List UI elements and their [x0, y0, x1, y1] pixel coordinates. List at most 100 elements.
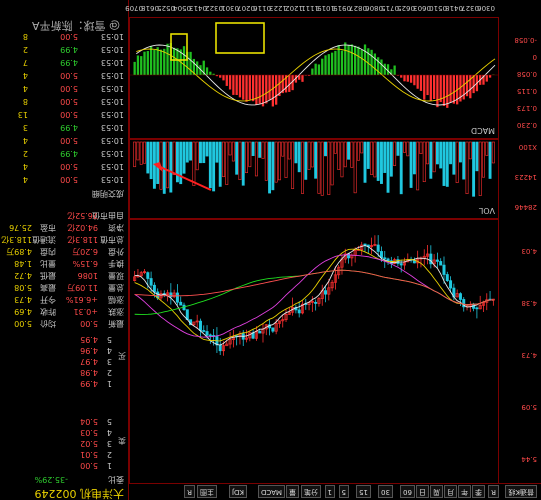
volume-bar — [307, 141, 311, 170]
date-axis-tick: 0322 — [205, 4, 223, 12]
volume-bar — [143, 141, 146, 164]
macd-bar — [426, 75, 429, 96]
volume-bar — [146, 141, 150, 174]
candle-body — [149, 278, 153, 286]
macd-bar — [261, 75, 265, 107]
volume-bar — [185, 141, 189, 163]
volume-bar — [363, 141, 367, 183]
macd-bar — [416, 75, 419, 89]
candle-body — [179, 301, 183, 306]
candle-body — [175, 292, 179, 303]
macd-bar — [373, 53, 377, 75]
volume-bar — [380, 141, 383, 184]
volume-bar — [409, 141, 413, 188]
kline-chart — [129, 22, 499, 356]
candle-body — [324, 290, 328, 295]
volume-bar — [465, 141, 469, 194]
volume-bar — [264, 141, 268, 181]
volume-bar — [376, 141, 380, 181]
macd-bar — [245, 75, 248, 102]
macd-bar — [166, 43, 169, 75]
macd-bar — [439, 75, 442, 103]
macd-bar — [413, 75, 416, 86]
macd-bar — [275, 75, 278, 105]
macd-bar — [153, 49, 156, 75]
macd-bar — [452, 75, 456, 104]
volume-bar — [360, 141, 364, 154]
volume-bar — [301, 141, 304, 194]
macd-bar — [324, 55, 327, 75]
volume-bar — [347, 141, 350, 160]
macd-bar — [350, 44, 353, 75]
volume-axis-tick: 14223 — [514, 173, 537, 181]
volume-bar — [455, 141, 459, 183]
volume-bar — [294, 141, 298, 164]
candle-body — [202, 330, 206, 332]
date-axis-tick: 1223 — [269, 4, 287, 12]
volume-bar — [356, 141, 360, 161]
volume-bar — [419, 141, 423, 154]
candle-body — [152, 284, 156, 293]
candle-body — [376, 244, 380, 252]
macd-bar — [360, 49, 363, 75]
date-axis-tick: 0413 — [189, 4, 207, 12]
macd-bar — [248, 75, 251, 100]
date-axis-tick: 0525 — [157, 4, 175, 12]
macd-bar — [327, 54, 330, 75]
macd-axis-tick: 0.058 — [516, 70, 537, 78]
volume-bar — [189, 141, 193, 161]
candle-body — [449, 280, 453, 289]
volume-bar — [271, 141, 275, 191]
volume-bar — [314, 141, 318, 179]
macd-bar — [367, 48, 370, 75]
candle-body — [475, 307, 479, 310]
macd-axis-tick: 0.230 — [516, 121, 537, 129]
price-axis-tick: 5.44 — [521, 455, 537, 463]
date-axis-tick: 0418 — [445, 4, 463, 12]
macd-bar — [400, 75, 403, 78]
macd-bar — [136, 55, 140, 75]
volume-bar — [353, 141, 357, 194]
volume-bar — [202, 141, 206, 164]
volume-bar — [284, 141, 288, 178]
date-axis-tick: 0715 — [381, 4, 399, 12]
macd-bar — [189, 51, 192, 75]
date-axis-tick: 1202 — [285, 4, 303, 12]
macd-bar — [156, 47, 159, 75]
macd-bar — [133, 61, 136, 75]
volume-bar — [268, 141, 272, 194]
macd-bar — [255, 75, 258, 105]
price-axis-tick: 4.03 — [521, 247, 537, 255]
volume-bar — [462, 141, 466, 180]
candle-body — [439, 261, 443, 266]
volume-bar — [241, 141, 245, 186]
date-axis-tick: 1111 — [301, 4, 319, 12]
volume-bar — [324, 141, 327, 157]
macd-bar — [268, 75, 271, 100]
date-axis-tick: 0603 — [413, 4, 431, 12]
volume-bar — [199, 141, 202, 164]
date-axis-tick: 0618 — [141, 4, 159, 12]
macd-bar — [238, 75, 242, 98]
moving-average-line — [134, 269, 494, 315]
volume-bar — [287, 141, 291, 160]
volume-bar — [416, 141, 420, 191]
candle-body — [399, 263, 403, 266]
volume-bar — [281, 141, 285, 157]
volume-bar — [245, 141, 248, 174]
candle-body — [383, 257, 387, 260]
volume-bar — [228, 141, 232, 156]
volume-bar — [393, 141, 397, 166]
volume-bar — [403, 141, 406, 153]
volume-bar — [231, 141, 235, 162]
candle-body — [271, 327, 275, 332]
volume-bar — [370, 141, 374, 175]
macd-bar — [314, 63, 317, 75]
macd-axis-tick: 0 — [532, 53, 537, 61]
macd-axis-tick: 0.173 — [516, 104, 537, 112]
candle-body — [314, 301, 318, 304]
macd-bar — [209, 71, 212, 75]
macd-bar — [232, 75, 235, 95]
volume-bar — [491, 141, 495, 164]
macd-bar — [265, 75, 268, 104]
